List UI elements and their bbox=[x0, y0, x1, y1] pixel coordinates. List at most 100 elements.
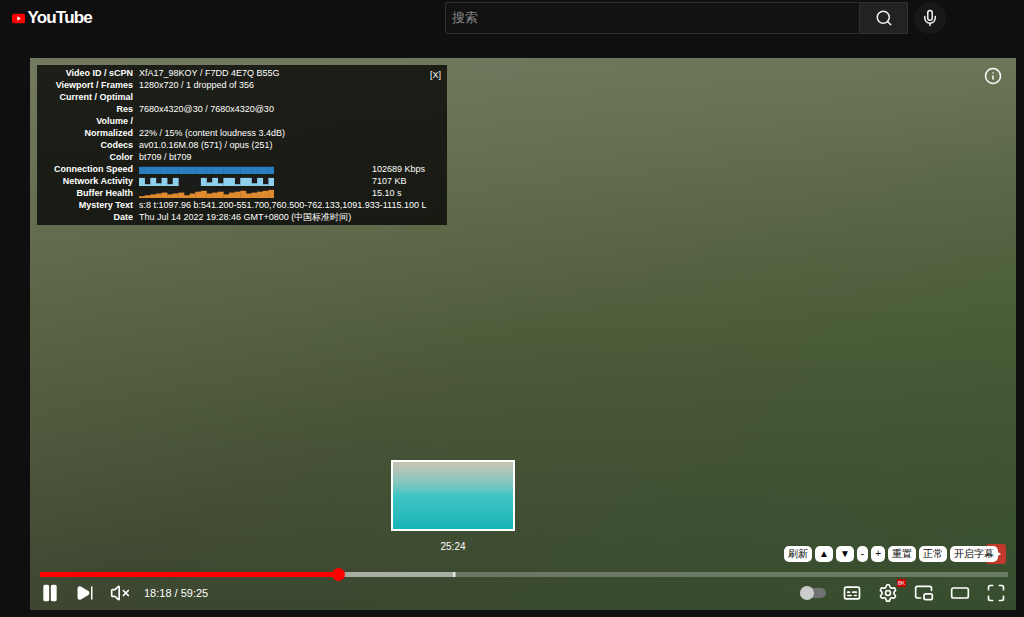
graph-bar bbox=[167, 194, 173, 198]
graph-bar bbox=[178, 185, 184, 186]
extension-button[interactable]: - bbox=[857, 546, 868, 562]
next-icon[interactable] bbox=[76, 584, 94, 602]
graph-bar bbox=[229, 166, 235, 173]
extension-button[interactable]: 重置 bbox=[888, 546, 916, 562]
graph-bar bbox=[207, 193, 213, 198]
stats-close-button[interactable]: [X] bbox=[430, 69, 441, 81]
graph-bar bbox=[201, 177, 207, 185]
controls-bar: 18:18 / 59:258K bbox=[40, 580, 1006, 606]
graph-bar bbox=[229, 192, 235, 197]
stats-value: av01.0.16M.08 (571) / opus (251) bbox=[139, 139, 273, 151]
stats-label: Date bbox=[41, 211, 133, 223]
graph-bar bbox=[252, 166, 258, 173]
stats-row: Volume /Normalized22% / 15% (content lou… bbox=[41, 115, 443, 139]
graph-bar bbox=[184, 166, 190, 173]
graph-bar bbox=[240, 177, 246, 185]
seek-preview: 25:24 bbox=[391, 460, 515, 554]
subtitles-icon[interactable] bbox=[842, 583, 862, 603]
stats-label: Network Activity bbox=[41, 175, 133, 187]
stats-value: 7680x4320@30 / 7680x4320@30 bbox=[139, 103, 274, 115]
mic-button[interactable] bbox=[914, 2, 946, 34]
graph-bar bbox=[184, 185, 190, 186]
extension-button[interactable]: ▲ bbox=[815, 546, 833, 562]
search-icon bbox=[875, 9, 893, 27]
graph-bar bbox=[156, 183, 162, 186]
graph-bar bbox=[212, 177, 218, 185]
graph-bar bbox=[263, 184, 269, 186]
stats-row: Video ID / sCPNXfA17_98KOY / F7DD 4E7Q B… bbox=[41, 67, 443, 79]
youtube-logo-icon bbox=[12, 10, 25, 27]
graph-bar bbox=[257, 166, 263, 173]
graph-bar bbox=[145, 184, 151, 186]
stats-row: Buffer Health 15.10 s bbox=[41, 187, 443, 199]
graph-bar bbox=[190, 166, 196, 173]
stats-row: Codecs av01.0.16M.08 (571) / opus (251) bbox=[41, 139, 443, 151]
graph-bar bbox=[178, 192, 184, 197]
graph-bar bbox=[162, 166, 168, 173]
logo[interactable]: YouTube bbox=[12, 5, 92, 31]
search-group: 搜索 bbox=[445, 2, 946, 34]
search-button[interactable] bbox=[860, 2, 908, 34]
graph-bar bbox=[190, 193, 196, 198]
graph-bar bbox=[268, 189, 274, 197]
extension-button[interactable]: 开启字幕 bbox=[950, 546, 998, 562]
autoplay-knob bbox=[800, 586, 814, 600]
video-player[interactable]: [X]Video ID / sCPNXfA17_98KOY / F7DD 4E7… bbox=[30, 58, 1016, 610]
stats-label: Color bbox=[41, 151, 133, 163]
graph-bar bbox=[162, 177, 168, 185]
stats-value: 15.10 s bbox=[372, 187, 402, 199]
extension-button[interactable]: 正常 bbox=[919, 546, 947, 562]
graph-bar bbox=[268, 177, 274, 185]
progress-bar[interactable] bbox=[40, 572, 1008, 577]
settings-icon[interactable] bbox=[878, 583, 898, 603]
youtube-page: YouTube 搜索 [X]Video ID / sCPNXfA17_98KOY /… bbox=[0, 0, 1024, 617]
graph-bar bbox=[150, 194, 156, 198]
info-icon[interactable] bbox=[984, 67, 1002, 85]
stats-value: Thu Jul 14 2022 19:28:46 GMT+0800 (中国标准时… bbox=[139, 211, 351, 223]
stats-row: Mystery Texts:8 t:1097.96 b:541.200-551.… bbox=[41, 199, 443, 211]
pause-icon[interactable] bbox=[40, 583, 60, 603]
extension-buttons: 刷新▲▼-+重置正常开启字幕 bbox=[784, 546, 998, 562]
graph-bar bbox=[139, 166, 145, 173]
autoplay-toggle[interactable] bbox=[800, 588, 826, 598]
stat-graph bbox=[139, 165, 274, 174]
miniplayer-icon[interactable] bbox=[914, 583, 934, 603]
search-input[interactable]: 搜索 bbox=[445, 2, 860, 34]
stat-graph bbox=[139, 189, 274, 198]
hover-marker bbox=[453, 572, 455, 577]
extension-button[interactable]: ▼ bbox=[836, 546, 854, 562]
graph-bar bbox=[235, 184, 241, 186]
stats-row: Date Thu Jul 14 2022 19:28:46 GMT+0800 (中… bbox=[41, 211, 443, 223]
stats-value: XfA17_98KOY / F7DD 4E7Q B55G bbox=[139, 67, 279, 79]
graph-bar bbox=[150, 177, 156, 185]
graph-bar bbox=[190, 185, 196, 186]
graph-bar bbox=[246, 166, 252, 173]
graph-bar bbox=[162, 192, 168, 197]
graph-bar bbox=[240, 190, 246, 197]
preview-thumbnail bbox=[391, 460, 515, 531]
theater-icon[interactable] bbox=[950, 583, 970, 603]
top-bar: YouTube 搜索 bbox=[0, 0, 1024, 36]
graph-bar bbox=[156, 193, 162, 198]
graph-bar bbox=[223, 166, 229, 173]
extension-button[interactable]: 刷新 bbox=[784, 546, 812, 562]
stats-label: Volume /Normalized bbox=[41, 115, 133, 139]
fullscreen-icon[interactable] bbox=[986, 583, 1006, 603]
graph-bar bbox=[173, 177, 179, 185]
time-display: 18:18 / 59:25 bbox=[144, 585, 208, 602]
preview-time: 25:24 bbox=[440, 539, 465, 554]
muted-icon[interactable] bbox=[110, 583, 130, 603]
graph-bar bbox=[212, 166, 218, 173]
extension-button[interactable]: + bbox=[871, 546, 885, 562]
stats-value: 1280x720 / 1 dropped of 356 bbox=[139, 79, 254, 91]
graph-bar bbox=[268, 166, 274, 173]
stats-label: Codecs bbox=[41, 139, 133, 151]
graph-bar bbox=[263, 166, 269, 173]
graph-bar bbox=[246, 193, 252, 198]
graph-bar bbox=[156, 166, 162, 173]
stats-label: Buffer Health bbox=[41, 187, 133, 199]
stats-label: Mystery Text bbox=[41, 199, 133, 211]
stats-panel: [X]Video ID / sCPNXfA17_98KOY / F7DD 4E7… bbox=[37, 65, 447, 225]
graph-bar bbox=[240, 166, 246, 173]
mic-icon bbox=[921, 9, 939, 27]
